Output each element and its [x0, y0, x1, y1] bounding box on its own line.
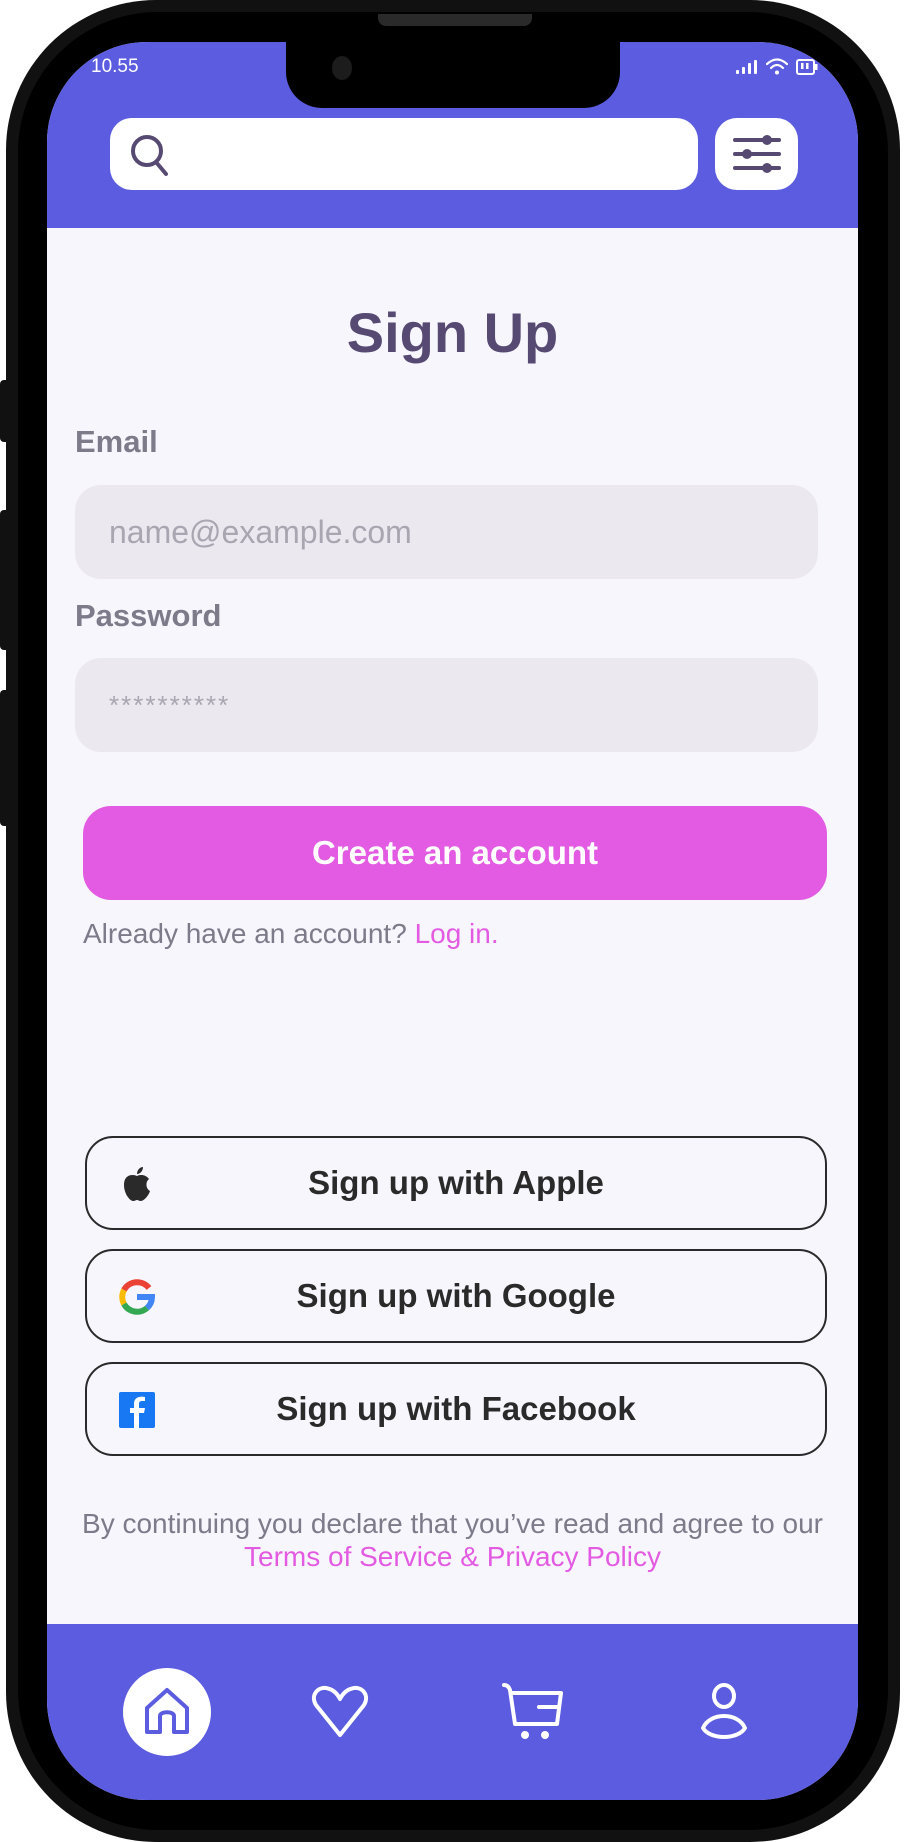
wifi-icon	[766, 58, 788, 75]
nav-profile[interactable]	[680, 1668, 768, 1756]
filter-button[interactable]	[715, 118, 798, 190]
volume-up-button	[0, 510, 10, 650]
mute-switch	[0, 380, 10, 442]
nav-cart[interactable]	[491, 1668, 579, 1756]
login-prompt: Already have an account? Log in.	[83, 918, 499, 950]
terms-notice: By continuing you declare that you’ve re…	[67, 1507, 838, 1573]
power-button	[890, 555, 900, 773]
google-signup-button[interactable]: Sign up with Google	[85, 1249, 827, 1343]
signal-icon	[736, 59, 757, 74]
password-field[interactable]	[75, 658, 818, 752]
screen: 10.55 Sign Up Email name@example.com Pas…	[47, 42, 858, 1800]
apple-signup-label: Sign up with Apple	[308, 1164, 604, 1201]
sliders-icon	[732, 135, 781, 173]
apple-signup-button[interactable]: Sign up with Apple	[85, 1136, 827, 1230]
nav-favorites[interactable]	[296, 1668, 384, 1756]
google-signup-label: Sign up with Google	[296, 1277, 616, 1314]
email-field[interactable]	[75, 485, 818, 579]
status-icons	[736, 58, 818, 75]
header-bar: 10.55	[47, 42, 858, 228]
bottom-nav	[47, 1624, 858, 1800]
search-icon	[131, 135, 168, 176]
google-icon	[119, 1279, 155, 1315]
password-label: Password	[75, 598, 222, 633]
search-box[interactable]	[110, 118, 698, 190]
apple-icon	[119, 1166, 155, 1202]
speaker-grille	[378, 14, 532, 26]
status-time: 10.55	[91, 56, 139, 77]
login-link[interactable]: Log in.	[415, 918, 499, 949]
search-input[interactable]	[182, 128, 676, 182]
home-icon	[145, 1688, 189, 1734]
facebook-signup-label: Sign up with Facebook	[276, 1390, 636, 1427]
notch	[286, 42, 620, 108]
terms-link[interactable]: Terms of Service & Privacy Policy	[244, 1541, 661, 1572]
user-icon	[701, 1683, 747, 1739]
page-title: Sign Up	[346, 301, 559, 364]
volume-down-button	[0, 690, 10, 826]
cart-icon	[502, 1683, 563, 1739]
email-label: Email	[75, 424, 158, 459]
camera	[332, 56, 352, 80]
facebook-signup-button[interactable]: Sign up with Facebook	[85, 1362, 827, 1456]
login-prompt-text: Already have an account?	[83, 918, 407, 949]
heart-icon	[311, 1685, 369, 1737]
create-account-button[interactable]: Create an account	[83, 806, 827, 900]
facebook-icon	[119, 1392, 155, 1428]
nav-home[interactable]	[123, 1668, 211, 1756]
battery-icon	[796, 58, 818, 75]
terms-text: By continuing you declare that you’ve re…	[82, 1508, 823, 1539]
